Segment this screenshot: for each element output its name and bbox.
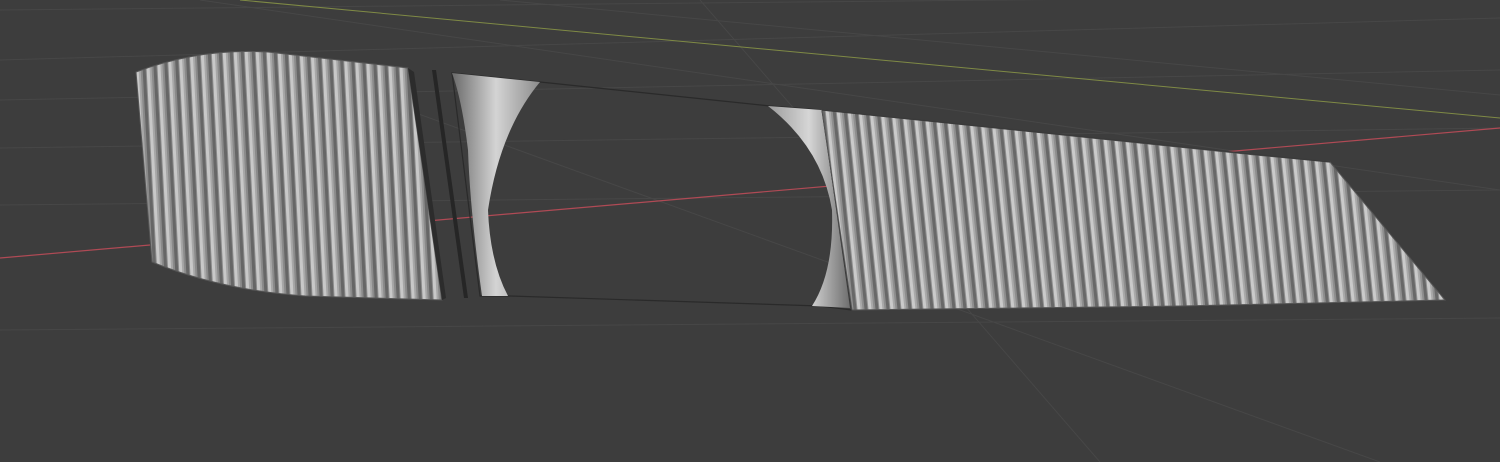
right-panel-mesh[interactable] [821,109,1447,311]
left-panel-mesh[interactable] [135,50,443,301]
y-axis-line [239,0,1500,119]
viewport-scene[interactable] [0,0,1500,462]
3d-viewport[interactable] [0,0,1500,462]
cutout-panel-mesh[interactable] [451,72,853,311]
hole-left-wall [452,73,540,296]
